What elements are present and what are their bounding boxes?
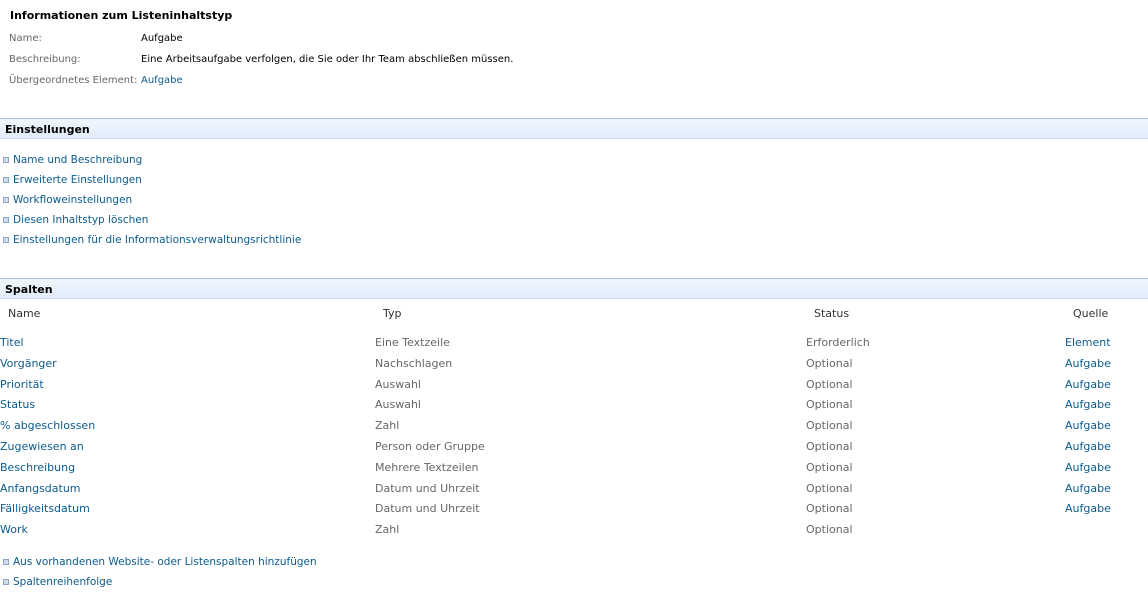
setting-delete-content-type-link[interactable]: Diesen Inhaltstyp löschen: [0, 212, 600, 232]
table-row: Priorität Auswahl Optional Aufgabe: [0, 375, 1148, 396]
column-status: Optional: [806, 460, 853, 474]
bullet-icon: [3, 157, 9, 163]
table-row: Zugewiesen an Person oder Gruppe Optiona…: [0, 437, 1148, 458]
table-row: Titel Eine Textzeile Erforderlich Elemen…: [0, 333, 1148, 354]
column-status: Optional: [806, 419, 853, 433]
column-header-name: Name: [8, 307, 41, 320]
column-status: Optional: [806, 502, 853, 516]
setting-label[interactable]: Workfloweinstellungen: [13, 194, 132, 206]
info-title: Informationen zum Listeninhaltstyp: [10, 9, 233, 22]
parent-link[interactable]: Aufgabe: [141, 75, 183, 86]
column-source-link[interactable]: Aufgabe: [1065, 440, 1111, 453]
parent-label: Übergeordnetes Element:: [9, 75, 138, 86]
table-row: Work Zahl Optional: [0, 520, 1148, 541]
bullet-icon: [3, 559, 9, 565]
table-row: Beschreibung Mehrere Textzeilen Optional…: [0, 458, 1148, 479]
description-value: Eine Arbeitsaufgabe verfolgen, die Sie o…: [141, 54, 514, 65]
column-status: Optional: [806, 356, 853, 370]
name-label: Name:: [9, 33, 42, 44]
column-type: Nachschlagen: [375, 356, 453, 370]
column-name-link[interactable]: Work: [0, 523, 28, 536]
column-name-link[interactable]: Anfangsdatum: [0, 482, 81, 495]
column-type: Person oder Gruppe: [375, 439, 485, 453]
column-source-link[interactable]: Aufgabe: [1065, 482, 1111, 495]
column-type: Datum und Uhrzeit: [375, 502, 480, 516]
setting-name-and-description-link[interactable]: Name und Beschreibung: [0, 152, 600, 172]
column-status: Optional: [806, 523, 853, 537]
action-label[interactable]: Spaltenreihenfolge: [13, 576, 112, 588]
column-status: Optional: [806, 481, 853, 495]
column-header-source: Quelle: [1073, 307, 1109, 320]
column-source-link[interactable]: Aufgabe: [1065, 357, 1111, 370]
columns-section-header: Spalten: [0, 278, 1148, 299]
content-type-settings-page: Informationen zum Listeninhaltstyp Name:…: [0, 0, 1148, 612]
column-type: Zahl: [375, 523, 400, 537]
column-source-link[interactable]: Aufgabe: [1065, 419, 1111, 432]
column-status: Optional: [806, 377, 853, 391]
column-name-link[interactable]: Zugewiesen an: [0, 440, 84, 453]
settings-section-title: Einstellungen: [5, 123, 90, 136]
column-order-link[interactable]: Spaltenreihenfolge: [0, 574, 600, 594]
bullet-icon: [3, 177, 9, 183]
bullet-icon: [3, 579, 9, 585]
bullet-icon: [3, 217, 9, 223]
setting-information-policy-link[interactable]: Einstellungen für die Informationsverwal…: [0, 232, 600, 252]
table-row: Status Auswahl Optional Aufgabe: [0, 395, 1148, 416]
column-source-link[interactable]: Aufgabe: [1065, 502, 1111, 515]
column-name-link[interactable]: Fälligkeitsdatum: [0, 502, 90, 515]
column-actions-list: Aus vorhandenen Website- oder Listenspal…: [0, 554, 600, 594]
column-name-link[interactable]: Vorgänger: [0, 357, 57, 370]
setting-workflow-settings-link[interactable]: Workfloweinstellungen: [0, 192, 600, 212]
name-value: Aufgabe: [141, 33, 183, 44]
column-source-link[interactable]: Aufgabe: [1065, 461, 1111, 474]
column-header-status: Status: [814, 307, 850, 320]
column-status: Optional: [806, 439, 853, 453]
column-status: Erforderlich: [806, 336, 870, 349]
description-label: Beschreibung:: [9, 54, 81, 65]
column-name-link[interactable]: Beschreibung: [0, 461, 75, 474]
setting-label[interactable]: Diesen Inhaltstyp löschen: [13, 214, 148, 226]
column-type: Auswahl: [375, 398, 421, 412]
column-type: Mehrere Textzeilen: [375, 460, 479, 474]
table-row: % abgeschlossen Zahl Optional Aufgabe: [0, 416, 1148, 437]
setting-advanced-settings-link[interactable]: Erweiterte Einstellungen: [0, 172, 600, 192]
column-name-link[interactable]: Titel: [0, 336, 24, 349]
column-name-link[interactable]: % abgeschlossen: [0, 419, 95, 432]
column-type: Auswahl: [375, 377, 421, 391]
bullet-icon: [3, 237, 9, 243]
setting-label[interactable]: Erweiterte Einstellungen: [13, 174, 142, 186]
table-row: Vorgänger Nachschlagen Optional Aufgabe: [0, 354, 1148, 375]
columns-table: Titel Eine Textzeile Erforderlich Elemen…: [0, 333, 1148, 541]
column-name-link[interactable]: Priorität: [0, 378, 44, 391]
action-label[interactable]: Aus vorhandenen Website- oder Listenspal…: [13, 556, 317, 568]
column-source-link[interactable]: Aufgabe: [1065, 398, 1111, 411]
column-status: Optional: [806, 398, 853, 412]
column-source-link[interactable]: Aufgabe: [1065, 378, 1111, 391]
column-type: Eine Textzeile: [375, 336, 450, 349]
column-header-type: Typ: [383, 307, 402, 320]
setting-label[interactable]: Name und Beschreibung: [13, 154, 142, 166]
table-row: Anfangsdatum Datum und Uhrzeit Optional …: [0, 479, 1148, 500]
settings-list: Name und Beschreibung Erweiterte Einstel…: [0, 152, 600, 252]
settings-section-header: Einstellungen: [0, 118, 1148, 139]
add-existing-columns-link[interactable]: Aus vorhandenen Website- oder Listenspal…: [0, 554, 600, 574]
column-source-link[interactable]: Element: [1065, 336, 1111, 349]
column-type: Zahl: [375, 419, 400, 433]
bullet-icon: [3, 197, 9, 203]
column-name-link[interactable]: Status: [0, 398, 35, 411]
columns-section-title: Spalten: [5, 283, 53, 296]
setting-label[interactable]: Einstellungen für die Informationsverwal…: [13, 234, 301, 246]
table-row: Fälligkeitsdatum Datum und Uhrzeit Optio…: [0, 499, 1148, 520]
column-type: Datum und Uhrzeit: [375, 481, 480, 495]
